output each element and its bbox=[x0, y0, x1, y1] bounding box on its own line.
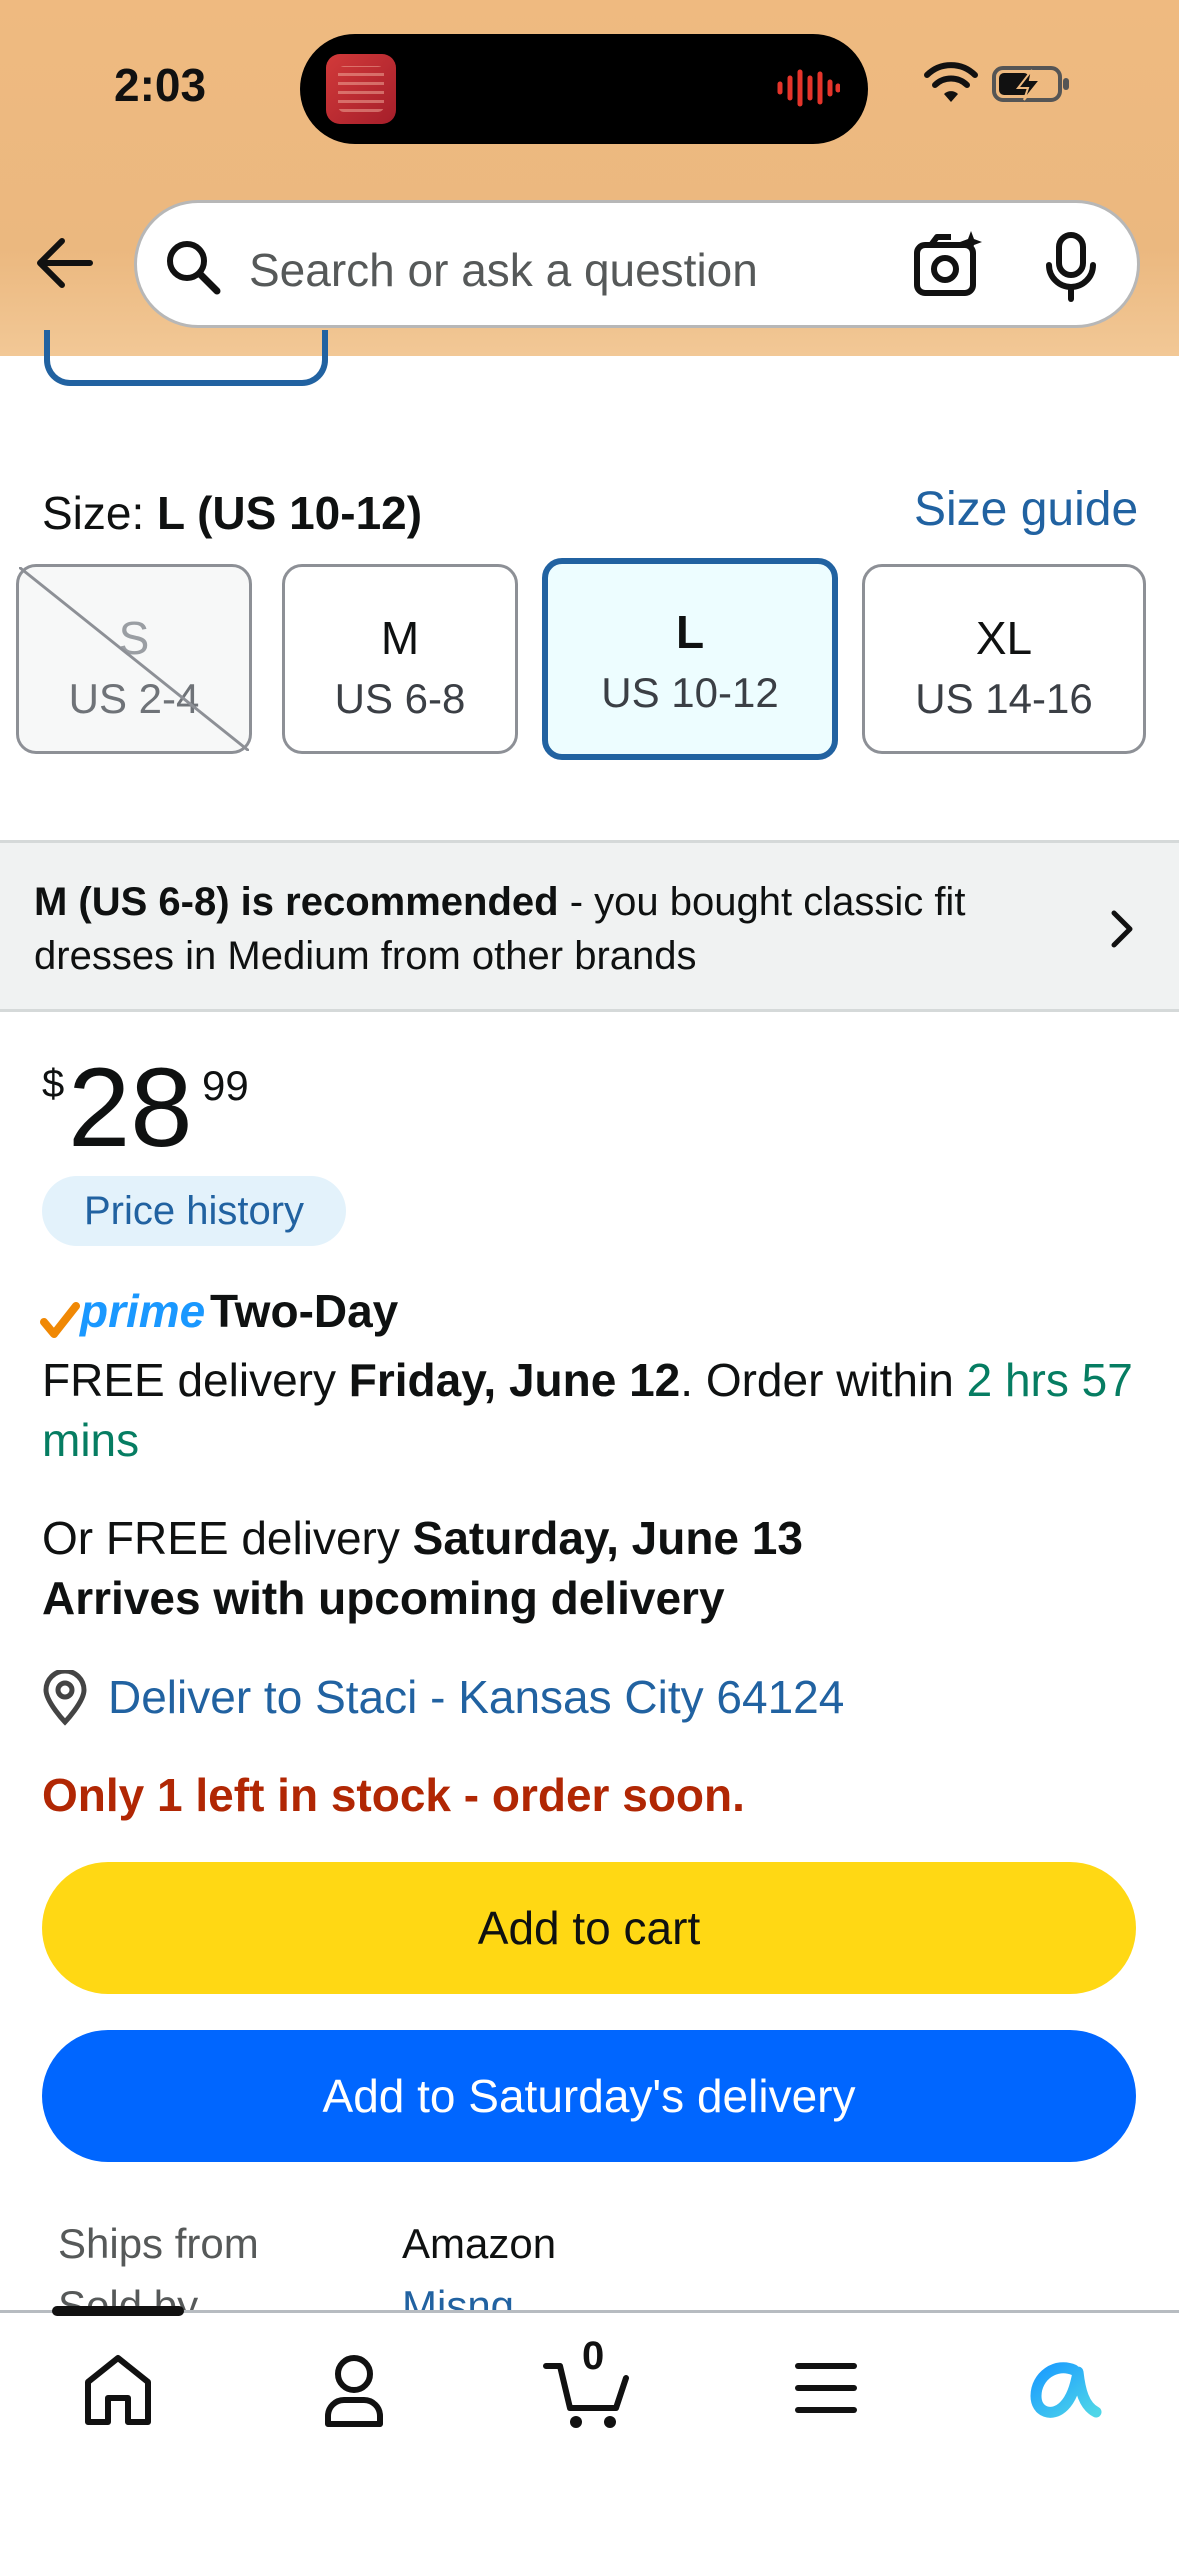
price-currency: $ bbox=[42, 1062, 65, 1106]
tab-account[interactable] bbox=[304, 2340, 404, 2436]
stock-warning: Only 1 left in stock - order soon. bbox=[42, 1769, 745, 1821]
prime-speed: Two-Day bbox=[210, 1285, 399, 1337]
tab-home[interactable] bbox=[68, 2340, 168, 2436]
price-whole: 28 bbox=[68, 1045, 193, 1170]
delivery-prefix: FREE delivery bbox=[42, 1354, 349, 1406]
upcoming-delivery-note: Arrives with upcoming delivery bbox=[42, 1572, 725, 1624]
battery-charging-icon bbox=[992, 66, 1069, 102]
prime-logo: prime bbox=[80, 1285, 206, 1337]
recommendation-bold: M (US 6-8) is recommended bbox=[34, 880, 559, 924]
size-label: Size: L (US 10-12) bbox=[42, 486, 422, 540]
recommendation-text: M (US 6-8) is recommended - you bought c… bbox=[34, 875, 1044, 983]
size-option-name: M bbox=[380, 612, 420, 664]
size-option-s[interactable]: S US 2-4 bbox=[16, 564, 252, 754]
ships-from-value: Amazon bbox=[402, 2220, 557, 2267]
top-header: 2:03 Search or ask a question bbox=[0, 0, 1179, 356]
delivery-date: Friday, June 12 bbox=[348, 1354, 681, 1406]
alt-delivery-prefix: Or FREE delivery bbox=[42, 1512, 413, 1564]
microphone-icon[interactable] bbox=[1041, 231, 1101, 303]
tab-cart[interactable]: 0 bbox=[540, 2334, 640, 2436]
alt-delivery-date: Saturday, June 13 bbox=[412, 1512, 803, 1564]
back-arrow-icon[interactable] bbox=[30, 228, 100, 298]
price-history-button[interactable]: Price history bbox=[42, 1176, 346, 1246]
location-pin-icon bbox=[43, 1670, 87, 1726]
size-option-name: S bbox=[118, 612, 150, 664]
camera-search-icon[interactable] bbox=[913, 229, 985, 301]
ships-from-label: Ships from bbox=[58, 2220, 259, 2267]
size-selected-value: L (US 10-12) bbox=[157, 487, 423, 539]
rufus-ai-icon bbox=[1030, 2362, 1102, 2418]
size-label-prefix: Size: bbox=[42, 487, 145, 539]
size-option-xl[interactable]: XL US 14-16 bbox=[862, 564, 1146, 754]
order-within-text: . Order within bbox=[680, 1354, 967, 1406]
deliver-to-address[interactable]: Deliver to Staci - Kansas City 64124 bbox=[108, 1670, 844, 1724]
hamburger-menu-icon bbox=[795, 2363, 857, 2413]
size-guide-link[interactable]: Size guide bbox=[914, 482, 1138, 537]
add-to-cart-button[interactable]: Add to cart bbox=[42, 1862, 1136, 1994]
cart-count-badge: 0 bbox=[582, 2334, 605, 2378]
person-icon bbox=[325, 2355, 383, 2427]
tab-rufus-ai[interactable] bbox=[1012, 2340, 1112, 2436]
wifi-icon bbox=[924, 62, 978, 102]
size-option-us: US 14-16 bbox=[915, 675, 1093, 722]
size-option-l[interactable]: L US 10-12 bbox=[542, 558, 838, 760]
home-icon bbox=[85, 2355, 151, 2425]
color-swatch-selected[interactable] bbox=[44, 330, 328, 386]
tab-menu[interactable] bbox=[776, 2340, 876, 2436]
chevron-right-icon bbox=[1111, 910, 1133, 948]
size-option-m[interactable]: M US 6-8 bbox=[282, 564, 518, 754]
status-time: 2:03 bbox=[114, 59, 207, 111]
primary-delivery-message: FREE delivery Friday, June 12. Order wit… bbox=[42, 1350, 1152, 1470]
active-tab-indicator bbox=[52, 2306, 184, 2316]
search-icon bbox=[167, 241, 221, 295]
audio-wave-icon bbox=[777, 69, 840, 107]
size-option-us: US 10-12 bbox=[601, 669, 779, 716]
add-to-saturday-delivery-button[interactable]: Add to Saturday's delivery bbox=[42, 2030, 1136, 2162]
size-option-name: L bbox=[675, 606, 705, 658]
search-input[interactable]: Search or ask a question bbox=[249, 243, 758, 297]
size-option-us: US 2-4 bbox=[68, 675, 200, 722]
size-recommendation-banner[interactable]: M (US 6-8) is recommended - you bought c… bbox=[0, 840, 1179, 1012]
size-option-us: US 6-8 bbox=[334, 675, 466, 722]
secondary-delivery-message: Or FREE delivery Saturday, June 13 Arrive… bbox=[42, 1508, 1152, 1628]
price-fraction: 99 bbox=[202, 1062, 249, 1109]
prime-check-icon bbox=[40, 1302, 80, 1338]
now-playing-artwork-icon bbox=[326, 54, 396, 124]
search-bar[interactable]: Search or ask a question bbox=[134, 200, 1140, 328]
size-option-name: XL bbox=[975, 612, 1033, 664]
